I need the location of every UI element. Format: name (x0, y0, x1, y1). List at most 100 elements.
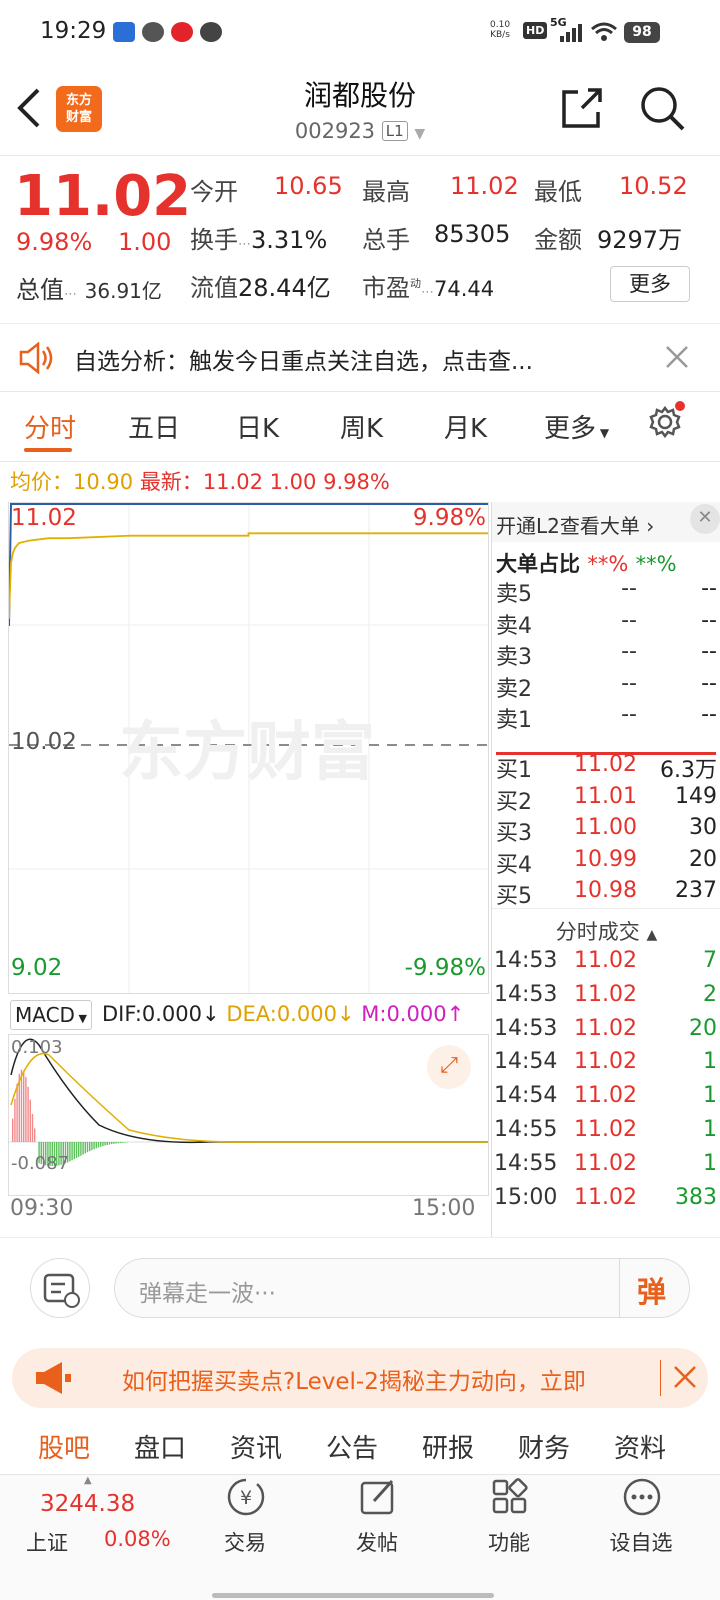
settings-gear-icon[interactable] (646, 400, 686, 440)
buy-volume: 237 (675, 878, 717, 903)
macd-bar (29, 1099, 31, 1142)
macd-bar (113, 1142, 115, 1144)
macd-chart[interactable]: 0.103 -0.087 ⤢ (8, 1034, 489, 1196)
search-icon[interactable] (638, 84, 686, 132)
close-banner-icon[interactable]: ✕ (690, 504, 720, 534)
trade-price: 11.02 (574, 1083, 637, 1109)
intraday-chart[interactable]: 东方财富 11.02 9.98% 10.02 9.02 -9.98% (8, 502, 489, 994)
index-percent[interactable]: 0.08% (104, 1527, 171, 1551)
tab-finance[interactable]: 财务 (518, 1428, 570, 1465)
tab-daily-k[interactable]: 日K (236, 408, 279, 445)
comment-history-icon[interactable] (30, 1258, 90, 1318)
trades-title[interactable]: 分时成交 ▲ (492, 916, 720, 946)
buy-row[interactable]: 买3 11.00 30 (492, 815, 720, 846)
buy-volume: 6.3万 (660, 758, 717, 783)
buy-price: 10.99 (574, 846, 637, 872)
x-axis-start: 09:30 (10, 1196, 74, 1221)
chart-bottom-percent: -9.98% (404, 955, 486, 981)
nav-trade[interactable]: ¥ 交易 (190, 1475, 300, 1557)
wechat-icon (142, 22, 164, 42)
l2-upgrade-banner[interactable]: 开通L2查看大单 › ✕ (492, 502, 720, 542)
macd-top-value: 0.103 (11, 1037, 63, 1058)
indicator-selector[interactable]: MACD ▼ (10, 1000, 92, 1030)
danmu-toggle-button[interactable]: 弹 (637, 1269, 666, 1311)
amount-value: 9297万 (597, 226, 683, 254)
danmu-input[interactable]: 弹幕走一波··· 弹 (114, 1258, 690, 1318)
buy-row[interactable]: 买1 11.02 6.3万 (492, 752, 720, 783)
macd-bar (16, 1083, 18, 1142)
buy-row[interactable]: 买4 10.99 20 (492, 846, 720, 878)
buy-volume: 20 (689, 846, 717, 872)
nav-functions[interactable]: 功能 (454, 1475, 564, 1557)
macd-bar (126, 1142, 128, 1143)
open-label: 今开 (190, 178, 238, 206)
trade-price: 11.02 (574, 1015, 637, 1041)
macd-chart-svg (9, 1038, 488, 1166)
share-icon[interactable] (560, 86, 604, 130)
tab-profile[interactable]: 资料 (614, 1428, 666, 1465)
analysis-notice[interactable]: 自选分析：触发今日重点关注自选，点击查... (0, 324, 720, 392)
order-book-panel: 开通L2查看大单 › ✕ 大单占比 **% **% 卖5 -- -- 卖4 -- -- 卖3… (491, 502, 720, 1237)
net-speed: 0.10 KB/s (490, 20, 511, 40)
sell-row[interactable]: 卖1 -- -- (492, 702, 720, 733)
buy-label: 买5 (496, 884, 532, 909)
amount-label: 金额 (534, 226, 582, 254)
macd-bar (25, 1076, 27, 1142)
pe-ratio: 市盈动⋯74.44 (362, 274, 495, 302)
macd-bottom-value: -0.087 (11, 1153, 70, 1174)
close-icon[interactable] (664, 344, 690, 370)
level-badge: L1 (381, 121, 408, 141)
macd-bar (23, 1070, 25, 1143)
buy-price: 11.02 (574, 752, 637, 777)
megaphone-icon (36, 1362, 71, 1394)
tab-forum[interactable]: 股吧 (38, 1428, 90, 1465)
sell-row[interactable]: 卖4 -- -- (492, 608, 720, 639)
tab-active-indicator (24, 448, 72, 452)
level2-ad-banner[interactable]: 如何把握买卖点?Level-2揭秘主力动向，立即 (12, 1348, 708, 1408)
macd-bar (117, 1142, 119, 1144)
tab-five-day[interactable]: 五日 (128, 408, 180, 445)
sell-label: 卖5 (496, 582, 532, 607)
price-legend: 均价：10.90 最新：11.02 1.00 9.98% (10, 470, 390, 494)
tab-announcements[interactable]: 公告 (326, 1428, 378, 1465)
tab-more[interactable]: 更多 ▼ (544, 408, 609, 445)
trade-time: 14:53 (494, 948, 558, 973)
trade-time: 14:54 (494, 1083, 558, 1109)
sell-price: -- (621, 639, 637, 664)
trade-time: 15:00 (494, 1184, 558, 1210)
tab-intraday[interactable]: 分时 (24, 408, 76, 445)
buy-volume: 149 (675, 783, 717, 809)
sell-row[interactable]: 卖3 -- -- (492, 639, 720, 670)
index-name[interactable]: 上证 (26, 1527, 68, 1557)
trade-price: 11.02 (574, 981, 637, 1007)
app-notification-icon (113, 22, 135, 42)
post-edit-icon (360, 1479, 394, 1515)
sell-row[interactable]: 卖2 -- -- (492, 671, 720, 702)
more-button[interactable]: 更多 (610, 266, 690, 302)
nav-add-watchlist[interactable]: 设自选 (586, 1475, 696, 1557)
tab-weekly-k[interactable]: 周K (340, 408, 383, 445)
buy-row[interactable]: 买2 11.01 149 (492, 783, 720, 815)
macd-bar (80, 1142, 82, 1156)
macd-bar (115, 1142, 117, 1144)
home-indicator (212, 1593, 494, 1598)
close-ad-icon[interactable] (672, 1364, 698, 1390)
tab-handicap[interactable]: 盘口 (134, 1428, 186, 1465)
tab-research[interactable]: 研报 (422, 1428, 474, 1465)
trade-price: 11.02 (574, 1184, 637, 1210)
tab-monthly-k[interactable]: 月K (444, 408, 487, 445)
buy-row[interactable]: 买5 10.98 237 (492, 878, 720, 909)
float-cap: 流值28.44亿 (190, 274, 331, 302)
sell-volume: -- (701, 639, 717, 664)
trade-price: 11.02 (574, 948, 637, 973)
functions-grid-icon (492, 1478, 528, 1514)
sell-row[interactable]: 卖5 -- -- (492, 576, 720, 607)
low-label: 最低 (534, 178, 582, 206)
index-value[interactable]: 3244.38 (40, 1491, 135, 1517)
macd-bar (102, 1142, 104, 1147)
trade-volume: 20 (689, 1015, 717, 1041)
nav-post[interactable]: 发帖 (322, 1475, 432, 1557)
expand-icon[interactable]: ⤢ (427, 1045, 471, 1089)
tab-news[interactable]: 资讯 (230, 1428, 282, 1465)
stock-code[interactable]: 002923 L1 ▼ (0, 119, 720, 143)
